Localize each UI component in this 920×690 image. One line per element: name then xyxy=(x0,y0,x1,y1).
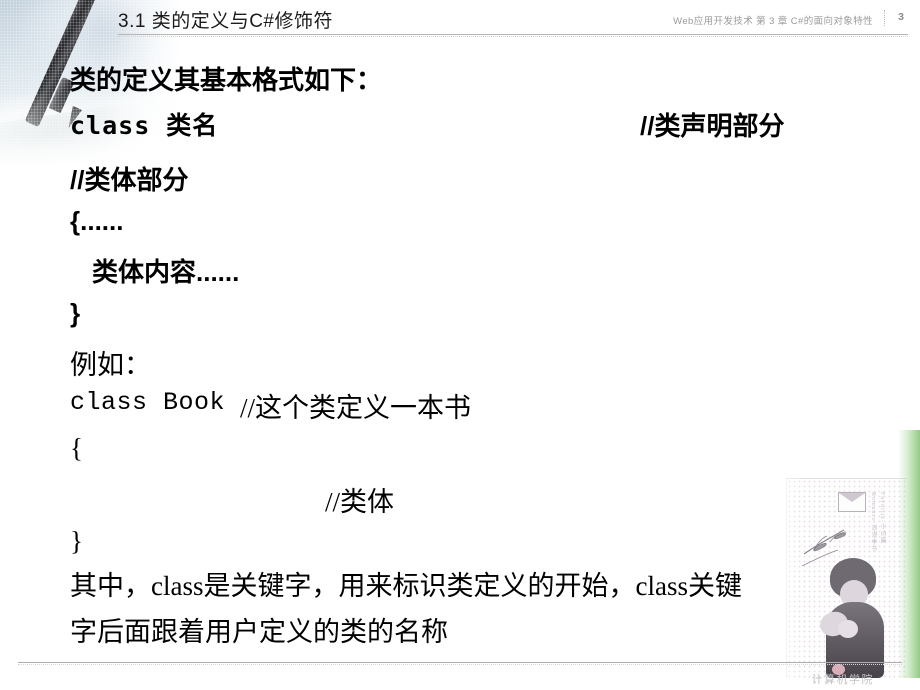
summary-paragraph-line-2: 字后面跟着用户定义的类的名称 xyxy=(70,617,448,647)
footer-rule-dotted xyxy=(18,664,902,665)
content-line-class-decl: class 类名 xyxy=(70,111,219,140)
footer-organization: 计算机学院 xyxy=(811,674,874,686)
summary-paragraph-line-1: 其中，class是关键字，用来标识类定义的开始，class关键 xyxy=(70,571,742,601)
page-number: 3 xyxy=(898,11,904,23)
header-rule xyxy=(118,34,908,35)
content-line-body-content: 类体内容...... xyxy=(92,257,240,287)
content-line-example-label: 例如： xyxy=(70,350,151,380)
content-line-class-book: class Book xyxy=(70,388,226,417)
header-course-label: Web应用开发技术 第 3 章 C#的面向对象特性 xyxy=(673,16,873,27)
header-divider xyxy=(884,10,886,26)
slide-root: 3.1 类的定义与C#修饰符 Web应用开发技术 第 3 章 C#的面向对象特性… xyxy=(0,0,920,690)
content-line-class-decl-comment: //类声明部分 xyxy=(640,111,785,141)
content-line-intro: 类的定义其基本格式如下： xyxy=(70,65,383,95)
slide-body: 类的定义其基本格式如下： class 类名 //类声明部分 //类体部分 {..… xyxy=(0,48,920,648)
footer-rule xyxy=(18,662,902,663)
content-line-class-book-comment: //这个类定义一本书 xyxy=(240,393,472,423)
content-line-book-close-brace: } xyxy=(70,526,83,556)
page-title: 3.1 类的定义与C#修饰符 xyxy=(118,11,333,32)
content-line-close-brace: } xyxy=(70,298,81,328)
content-line-book-body-comment: //类体 xyxy=(325,487,395,517)
slide-header: 3.1 类的定义与C#修饰符 Web应用开发技术 第 3 章 C#的面向对象特性… xyxy=(0,0,920,42)
header-rule-dotted xyxy=(118,36,908,37)
content-line-book-open-brace: { xyxy=(70,433,83,463)
content-line-body-comment: //类体部分 xyxy=(70,165,189,195)
content-line-open-brace: {...... xyxy=(70,206,124,236)
